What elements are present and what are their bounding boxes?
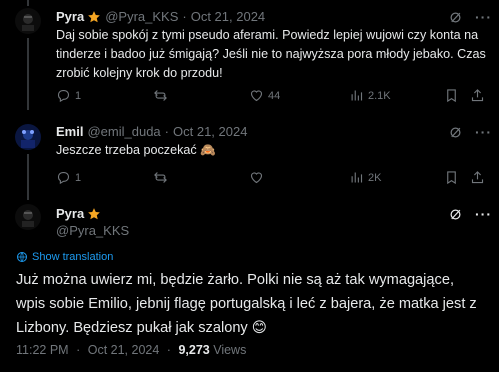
tweet-actions: 1 44 2.1K <box>56 88 484 106</box>
tweet-date[interactable]: Oct 21, 2024 <box>191 9 265 24</box>
main-tweet-handle-row: @Pyra_KKS <box>56 223 129 238</box>
tweet-date[interactable]: Oct 21, 2024 <box>88 343 160 357</box>
avatar[interactable] <box>15 124 41 150</box>
heart-icon <box>250 172 263 184</box>
tweet-date[interactable]: Oct 21, 2024 <box>173 124 247 139</box>
repost-icon <box>154 172 167 183</box>
author-handle[interactable]: @emil_duda <box>87 124 160 139</box>
separator: · <box>182 9 187 24</box>
views-icon <box>351 172 363 183</box>
separator: · <box>164 124 169 139</box>
views-button[interactable]: 2.1K <box>349 88 391 103</box>
author-name[interactable]: Pyra <box>56 9 84 24</box>
views-count: 2.1K <box>368 89 391 102</box>
separator: · <box>166 343 171 357</box>
show-translation-label: Show translation <box>32 251 114 263</box>
repost-button[interactable] <box>153 88 172 103</box>
bookmark-icon <box>447 171 456 185</box>
thread-line <box>27 154 29 200</box>
author-name[interactable]: Pyra <box>56 206 84 221</box>
like-button[interactable]: 44 <box>249 88 280 103</box>
more-options-icon[interactable]: ··· <box>475 206 492 222</box>
tweet-time[interactable]: 11:22 PM <box>16 343 69 357</box>
views-total: 9,273 <box>178 343 210 357</box>
tweet-top-icons: ··· <box>448 206 492 222</box>
main-tweet-header: Pyra <box>56 206 101 221</box>
avatar[interactable] <box>15 204 41 230</box>
more-options-icon[interactable]: ··· <box>475 9 492 25</box>
repost-icon <box>154 90 167 101</box>
main-tweet-text: Już można uwierz mi, będzie żarło. Polki… <box>16 272 477 336</box>
bookmark-button[interactable] <box>444 88 459 103</box>
reply-icon <box>57 89 70 103</box>
grok-icon[interactable] <box>448 125 463 140</box>
reply-button[interactable]: 1 <box>56 170 81 185</box>
tweet-top-icons: ··· <box>448 124 492 140</box>
share-button[interactable] <box>470 88 485 103</box>
thread-line <box>27 0 29 6</box>
thread-line <box>27 38 29 110</box>
reply-count: 1 <box>75 171 82 184</box>
reply-icon <box>57 171 70 185</box>
reply-button[interactable]: 1 <box>56 88 81 103</box>
reply-count: 1 <box>75 89 82 102</box>
bookmark-button[interactable] <box>444 170 459 185</box>
author-handle[interactable]: @Pyra_KKS <box>105 9 178 24</box>
grok-icon[interactable] <box>448 10 463 25</box>
tweet-header: Emil @emil_duda · Oct 21, 2024 <box>56 124 247 139</box>
views-label: Views <box>213 343 247 357</box>
like-count: 44 <box>268 89 281 102</box>
share-icon <box>471 89 484 102</box>
tweet-meta: 11:22 PM · Oct 21, 2024 · 9,273 Views <box>16 343 246 357</box>
avatar[interactable] <box>15 8 41 34</box>
like-button[interactable] <box>249 170 268 185</box>
show-translation-link[interactable]: Show translation <box>16 251 113 263</box>
tweet-top-icons: ··· <box>448 9 492 25</box>
author-name[interactable]: Emil <box>56 124 83 139</box>
tweet-header: Pyra @Pyra_KKS · Oct 21, 2024 <box>56 9 265 24</box>
tweet-text: Daj sobie spokój z tymi pseudo aferami. … <box>56 28 486 80</box>
heart-icon <box>250 90 263 102</box>
tweet-actions: 1 2K <box>56 170 484 188</box>
views-icon <box>351 90 363 101</box>
share-button[interactable] <box>470 170 485 185</box>
bookmark-icon <box>447 89 456 103</box>
share-icon <box>471 171 484 184</box>
views-button[interactable]: 2K <box>349 170 381 185</box>
separator: · <box>76 343 81 357</box>
author-handle[interactable]: @Pyra_KKS <box>56 223 129 238</box>
more-options-icon[interactable]: ··· <box>475 124 492 140</box>
repost-button[interactable] <box>153 170 172 185</box>
star-badge-icon <box>88 10 101 22</box>
views-count: 2K <box>368 171 382 184</box>
tweet-text: Jeszcze trzeba poczekać 🙈 <box>56 143 216 157</box>
globe-icon <box>17 252 27 262</box>
star-badge-icon <box>88 207 101 219</box>
grok-icon[interactable] <box>448 207 463 222</box>
